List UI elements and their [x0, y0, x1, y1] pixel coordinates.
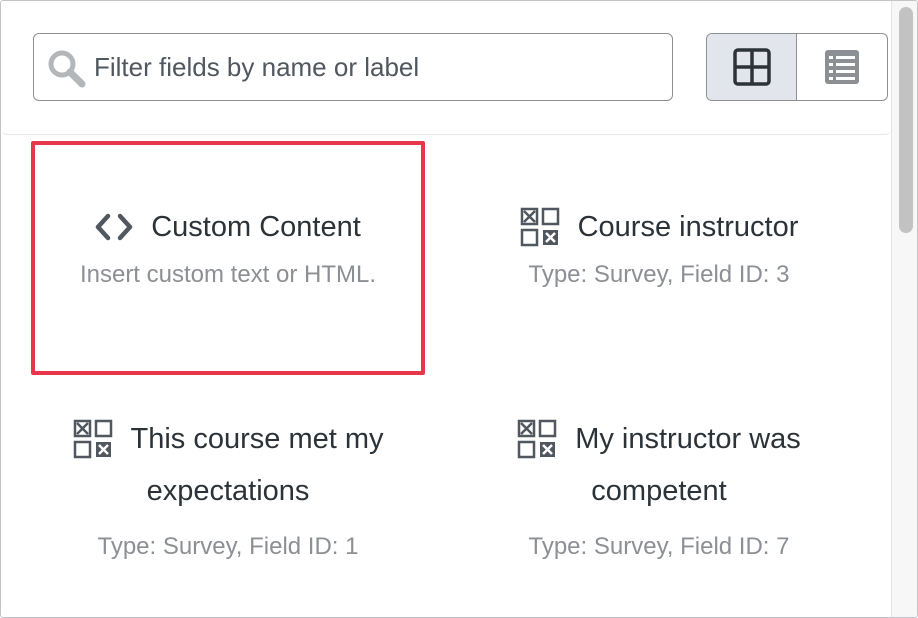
field-title-line-1: My instructor was: [575, 423, 801, 455]
selected-field-highlight: [31, 141, 425, 375]
list-view-icon: [825, 50, 859, 84]
field-card-course-expectations[interactable]: This course met my expectations Type: Su…: [31, 413, 425, 561]
field-description: Type: Survey, Field ID: 7: [528, 533, 790, 560]
survey-icon: [73, 419, 112, 459]
view-toggle: [706, 33, 888, 101]
field-description: Type: Survey, Field ID: 3: [528, 261, 790, 288]
search-box[interactable]: [33, 33, 673, 101]
field-title-line-2: competent: [591, 475, 727, 507]
field-card-course-instructor[interactable]: Course instructor Type: Survey, Field ID…: [453, 201, 865, 289]
field-title: Course instructor: [577, 211, 799, 243]
list-view-button[interactable]: [797, 34, 887, 100]
grid-view-button[interactable]: [707, 34, 797, 100]
field-card-instructor-competent[interactable]: My instructor was competent Type: Survey…: [453, 413, 865, 561]
survey-icon: [517, 419, 557, 459]
field-picker-toolbar: [1, 1, 891, 135]
survey-icon: [520, 207, 559, 247]
grid-view-icon: [732, 48, 771, 86]
search-icon: [48, 50, 86, 88]
search-input[interactable]: [94, 42, 664, 92]
scrollbar-thumb[interactable]: [899, 7, 913, 233]
field-picker-panel: Custom Content Insert custom text or HTM…: [0, 0, 918, 618]
field-description: Type: Survey, Field ID: 1: [97, 533, 359, 560]
field-title-line-2: expectations: [146, 475, 310, 507]
field-title-line-1: This course met my: [130, 423, 384, 455]
